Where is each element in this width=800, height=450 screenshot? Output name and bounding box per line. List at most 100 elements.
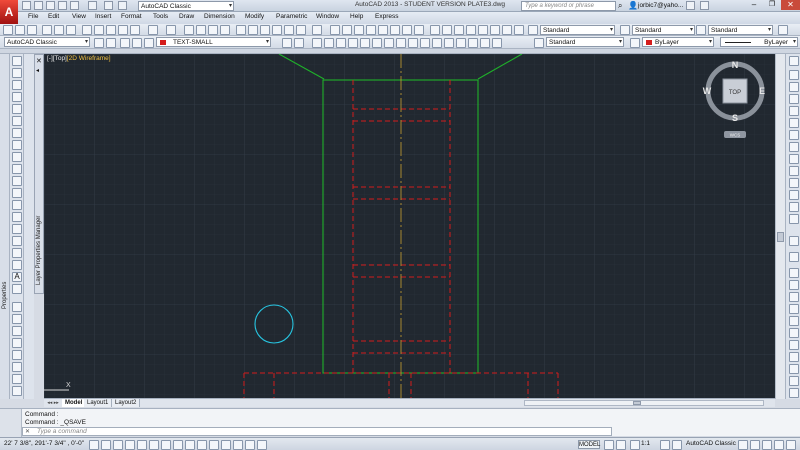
circle-icon[interactable] [384, 38, 394, 48]
restore-button[interactable]: ❐ [763, 0, 781, 10]
osnap-endpoint-icon[interactable] [789, 70, 799, 80]
dim-break-icon[interactable] [478, 25, 488, 35]
color-control-icon[interactable] [630, 38, 640, 48]
palette-close-icon[interactable]: ✕ [36, 57, 42, 65]
help-tool-icon[interactable] [312, 25, 322, 35]
hatch-icon[interactable] [444, 38, 454, 48]
draw-xline-icon[interactable] [12, 68, 22, 78]
modify-copy-icon[interactable] [12, 314, 22, 324]
modify-scale-icon[interactable] [12, 386, 22, 396]
quick-properties-icon[interactable] [233, 440, 243, 450]
quick-view-drawings-icon[interactable] [616, 440, 626, 450]
modify-trim-icon[interactable] [789, 280, 799, 290]
brush-icon[interactable] [789, 56, 799, 66]
center-mark-icon[interactable] [502, 25, 512, 35]
draw-ellipse-arc-icon[interactable] [12, 176, 22, 186]
draw-table-icon[interactable] [12, 260, 22, 270]
polygon-icon[interactable] [348, 38, 358, 48]
object-snap-tracking-icon[interactable] [173, 440, 183, 450]
modify-pedit-icon[interactable] [789, 388, 799, 398]
open-file-icon[interactable] [15, 25, 25, 35]
spline-icon[interactable] [408, 38, 418, 48]
command-grip[interactable] [0, 409, 22, 437]
scroll-thumb[interactable] [777, 232, 784, 242]
object-snap-icon[interactable] [149, 440, 159, 450]
menu-view[interactable]: View [72, 13, 86, 20]
draw-ellipse-icon[interactable] [12, 164, 22, 174]
palette-pin-icon[interactable]: ◂ [36, 67, 39, 74]
help-icon[interactable] [700, 1, 709, 10]
annotation-visibility-icon[interactable] [660, 440, 670, 450]
layer-freeze-icon[interactable] [132, 38, 142, 48]
arc-icon[interactable] [372, 38, 382, 48]
search-icon[interactable]: ⌕ [618, 1, 622, 11]
draw-polygon-icon[interactable] [12, 92, 22, 102]
inspection-icon[interactable] [514, 25, 524, 35]
workspace-select[interactable]: AutoCAD Classic [4, 37, 90, 47]
minimize-button[interactable]: – [745, 0, 763, 10]
osnap-apparent-icon[interactable] [789, 106, 799, 116]
modify-extend-icon[interactable] [789, 292, 799, 302]
menu-window[interactable]: Window [316, 13, 339, 20]
exchange-icon[interactable] [686, 1, 695, 10]
osnap-none-icon[interactable] [789, 236, 799, 246]
menu-modify[interactable]: Modify [245, 13, 264, 20]
draw-gradient-icon[interactable] [12, 236, 22, 246]
dim-ordinate-icon[interactable] [366, 25, 376, 35]
mtext-icon[interactable] [492, 38, 502, 48]
menu-draw[interactable]: Draw [179, 13, 194, 20]
draw-arc-icon[interactable] [12, 116, 22, 126]
search-input[interactable]: Type a keyword or phrase [521, 1, 616, 11]
ellipse-icon[interactable] [420, 38, 430, 48]
modify-stretch-icon[interactable] [789, 268, 799, 278]
table-style-dropdown[interactable]: Standard [708, 25, 773, 35]
menu-tools[interactable]: Tools [153, 13, 168, 20]
3d-osnap-icon[interactable] [161, 440, 171, 450]
viewcube-top[interactable]: TOP [729, 90, 741, 96]
menu-format[interactable]: Format [121, 13, 142, 20]
draw-spline-icon[interactable] [12, 152, 22, 162]
multileader-style-icon[interactable] [778, 25, 788, 35]
grid-display-icon[interactable] [113, 440, 123, 450]
quick-view-layouts-icon[interactable] [604, 440, 614, 450]
workspace-settings-icon[interactable] [94, 38, 104, 48]
draw-add-selected-icon[interactable] [12, 284, 22, 294]
design-center-icon[interactable] [248, 25, 258, 35]
dim-space-icon[interactable] [466, 25, 476, 35]
status-menu-icon[interactable] [774, 440, 784, 450]
qnew-icon[interactable] [3, 25, 13, 35]
drawing-area[interactable]: Y X TOP N S W E WCS [44, 54, 775, 399]
modify-join-icon[interactable] [789, 316, 799, 326]
quick-dim-icon[interactable] [430, 25, 440, 35]
modify-break-icon[interactable] [789, 304, 799, 314]
auto-scale-icon[interactable] [672, 440, 682, 450]
line-icon[interactable] [312, 38, 322, 48]
command-close-icon[interactable]: ✕ [25, 428, 30, 436]
menu-edit[interactable]: Edit [48, 13, 59, 20]
menu-help[interactable]: Help [350, 13, 363, 20]
polar-tracking-icon[interactable] [137, 440, 147, 450]
annotation-scale-icon[interactable] [630, 440, 640, 450]
zoom-previous-icon[interactable] [220, 25, 230, 35]
modify-erase-icon[interactable] [12, 302, 22, 312]
menu-file[interactable]: File [28, 13, 38, 20]
application-menu-button[interactable]: A [0, 0, 18, 24]
osnap-tangent-icon[interactable] [789, 154, 799, 164]
style-icon[interactable] [534, 38, 544, 48]
layer-on-icon[interactable] [120, 38, 130, 48]
insert-block-icon[interactable] [432, 38, 442, 48]
dim-arc-icon[interactable] [354, 25, 364, 35]
menu-dimension[interactable]: Dimension [204, 13, 235, 20]
compass-n[interactable]: N [732, 60, 739, 70]
annotation-monitor-icon[interactable] [257, 440, 267, 450]
properties-palette[interactable]: Properties [0, 54, 10, 399]
redo-tool-icon[interactable] [166, 25, 176, 35]
osnap-midpoint-icon[interactable] [789, 82, 799, 92]
draw-polyline-icon[interactable] [12, 80, 22, 90]
osnap-quadrant-icon[interactable] [789, 142, 799, 152]
command-input[interactable]: ✕ Type a command [22, 427, 612, 436]
modify-rotate-icon[interactable] [12, 374, 22, 384]
viewport-controls[interactable]: [-][Top][2D Wireframe] [47, 55, 111, 62]
markup-icon[interactable] [284, 25, 294, 35]
modify-array-icon[interactable] [12, 350, 22, 360]
